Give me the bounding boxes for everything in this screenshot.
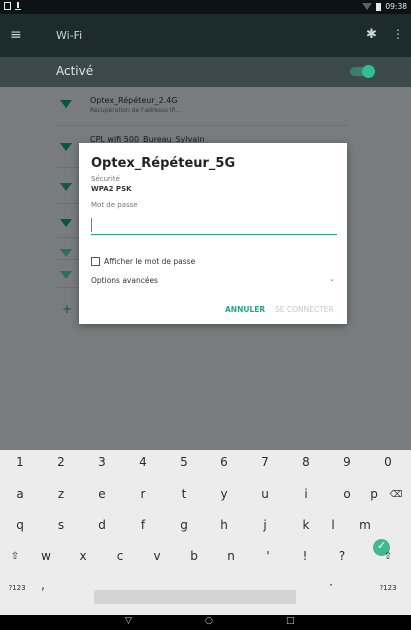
key-t[interactable]: t [169, 487, 199, 501]
shift-left-icon[interactable]: ⇧ [0, 551, 30, 562]
key-x[interactable]: x [68, 549, 98, 563]
letter-row-1: a z e r t y u i o p ⌫ [0, 481, 411, 511]
password-dialog: Optex_Répéteur_5G Sécurité WPA2 PSK Mot … [79, 143, 347, 324]
page-title: Wi-Fi [56, 29, 83, 42]
letter-row-3: ⇧ w x c v b n ' ! ? ⇧ [0, 543, 411, 573]
key-c[interactable]: c [105, 549, 135, 563]
menu-icon[interactable]: ≡ [10, 28, 28, 42]
key-o[interactable]: o [332, 487, 362, 501]
number-row: 1 2 3 4 5 6 7 8 9 0 [0, 450, 411, 480]
connect-button[interactable]: SE CONNECTER [275, 305, 334, 314]
comma-key[interactable]: , [28, 578, 58, 592]
dialog-title: Optex_Répéteur_5G [91, 156, 236, 171]
password-input[interactable] [91, 215, 337, 235]
wifi-lock-icon [60, 271, 72, 279]
more-options-icon[interactable]: ⋮ [392, 27, 404, 41]
advanced-options[interactable]: Options avancées ⌄ [91, 275, 337, 288]
letter-row-2: q s d f g h j k l m [0, 512, 411, 542]
screen: 09:38 ≡ Wi-Fi ✱ ⋮ Activé Optex_Répéteur_… [0, 0, 411, 630]
key-g[interactable]: g [169, 518, 199, 532]
key-w[interactable]: w [31, 549, 61, 563]
key-9[interactable]: 9 [332, 455, 362, 469]
space-bar[interactable] [94, 590, 296, 604]
key-3[interactable]: 3 [87, 455, 117, 469]
key-a[interactable]: a [5, 487, 35, 501]
wifi-enabled-row[interactable]: Activé [0, 57, 411, 87]
key-z[interactable]: z [46, 487, 76, 501]
battery-icon [376, 2, 382, 11]
status-time: 09:38 [385, 2, 407, 11]
key-p[interactable]: p [359, 487, 389, 501]
on-screen-keyboard: 1 2 3 4 5 6 7 8 9 0 a z e r t y u i o p … [0, 450, 411, 615]
key-r[interactable]: r [128, 487, 158, 501]
key-k[interactable]: k [291, 518, 321, 532]
text-cursor [91, 218, 92, 232]
key-u[interactable]: u [250, 487, 280, 501]
chevron-down-icon: ⌄ [329, 275, 335, 283]
wifi-toggle[interactable] [350, 65, 375, 78]
screenshot-icon [4, 2, 11, 10]
network-status: Récupération de l'adresse IP... [90, 107, 180, 114]
network-ssid: Optex_Répéteur_2.4G [90, 96, 178, 105]
wifi-lock-icon [60, 183, 72, 191]
show-password-label: Afficher le mot de passe [104, 257, 196, 266]
key-y[interactable]: y [209, 487, 239, 501]
key-8[interactable]: 8 [291, 455, 321, 469]
key-5[interactable]: 5 [169, 455, 199, 469]
wifi-lock-icon [60, 219, 72, 227]
key-f[interactable]: f [128, 518, 158, 532]
key-7[interactable]: 7 [250, 455, 280, 469]
key-v[interactable]: v [142, 549, 172, 563]
shift-right-icon[interactable]: ⇧ [373, 551, 403, 562]
wifi-signal-icon [60, 100, 72, 108]
divider [56, 125, 348, 126]
key-e[interactable]: e [87, 487, 117, 501]
advanced-options-label: Options avancées [91, 276, 158, 285]
key-2[interactable]: 2 [46, 455, 76, 469]
key-question[interactable]: ? [327, 549, 357, 563]
app-bar: ≡ Wi-Fi ✱ ⋮ [0, 14, 411, 57]
add-network-icon[interactable]: + [62, 302, 72, 316]
key-l[interactable]: l [318, 518, 348, 532]
key-6[interactable]: 6 [209, 455, 239, 469]
key-m[interactable]: m [350, 518, 380, 532]
security-value: WPA2 PSK [91, 185, 132, 193]
password-label: Mot de passe [91, 201, 138, 209]
backspace-icon[interactable]: ⌫ [386, 490, 406, 500]
security-label: Sécurité [91, 175, 120, 183]
key-exclamation[interactable]: ! [290, 549, 320, 563]
period-key[interactable]: · [316, 578, 346, 592]
key-d[interactable]: d [87, 518, 117, 532]
download-icon [15, 2, 21, 10]
key-i[interactable]: i [291, 487, 321, 501]
wifi-enabled-label: Activé [56, 64, 94, 78]
wifi-signal-icon [362, 3, 373, 10]
show-password-row[interactable]: Afficher le mot de passe [91, 257, 195, 266]
key-apostrophe[interactable]: ' [253, 549, 283, 563]
show-password-checkbox[interactable] [91, 257, 100, 266]
key-n[interactable]: n [216, 549, 246, 563]
recents-icon[interactable]: □ [286, 616, 295, 626]
network-item[interactable]: Optex_Répéteur_2.4G Récupération de l'ad… [0, 92, 411, 120]
toggle-knob [362, 65, 375, 78]
gear-icon[interactable]: ✱ [366, 27, 377, 42]
wifi-lock-icon [60, 143, 72, 151]
key-s[interactable]: s [46, 518, 76, 532]
key-1[interactable]: 1 [5, 455, 35, 469]
key-q[interactable]: q [5, 518, 35, 532]
wifi-lock-icon [60, 249, 72, 257]
home-icon[interactable]: ○ [205, 616, 213, 626]
symbols-key-right[interactable]: ?123 [373, 584, 403, 592]
key-b[interactable]: b [179, 549, 209, 563]
key-0[interactable]: 0 [373, 455, 403, 469]
key-4[interactable]: 4 [128, 455, 158, 469]
back-icon[interactable]: ▽ [125, 616, 132, 626]
key-j[interactable]: j [250, 518, 280, 532]
key-h[interactable]: h [209, 518, 239, 532]
status-bar: 09:38 [0, 0, 411, 14]
cancel-button[interactable]: ANNULER [225, 305, 265, 314]
navigation-bar: ▽ ○ □ [0, 615, 411, 630]
